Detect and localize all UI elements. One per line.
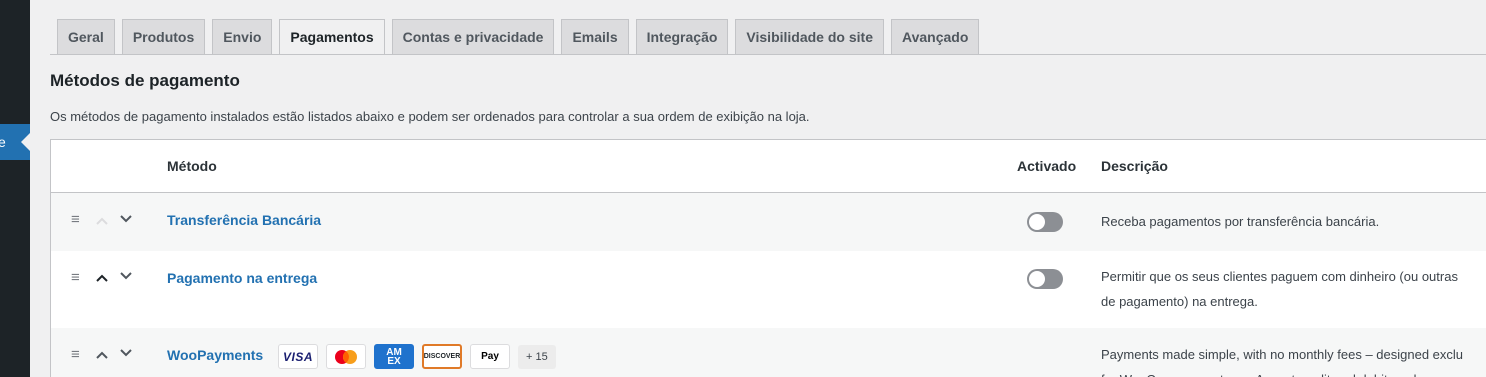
discover-label: DISCOVER [423,353,461,360]
method-link-woopayments[interactable]: WooPayments [167,347,263,363]
toggle-knob [1029,271,1045,287]
amex-icon: AM EX [374,344,414,369]
mastercard-icon [326,344,366,369]
apple-pay-icon: Pay [470,344,510,369]
method-description-line-1: Payments made simple, with no monthly fe… [1101,347,1464,362]
tab-integracao[interactable]: Integração [635,19,729,54]
sidebar-current-label: e [0,134,6,150]
apple-pay-label: Pay [481,351,499,362]
drag-handle-icon[interactable]: ≡ [71,212,85,227]
enable-toggle[interactable] [1027,212,1063,232]
enable-toggle[interactable] [1027,269,1063,289]
method-description: Receba pagamentos por transferência banc… [1101,214,1380,229]
sidebar-current-arrow [21,133,30,151]
move-up-icon [94,213,110,229]
tab-visibilidade-do-site[interactable]: Visibilidade do site [735,19,884,54]
method-description-line-1: Permitir que os seus clientes paguem com… [1101,269,1458,284]
table-row: ≡ Transferência Bancária Receba pagament… [51,193,1486,251]
toggle-knob [1029,214,1045,230]
tab-produtos[interactable]: Produtos [121,19,206,54]
method-link-transferencia-bancaria[interactable]: Transferência Bancária [167,212,321,228]
column-header-enabled: Activado [1017,158,1077,174]
tab-avancado[interactable]: Avançado [890,19,980,54]
payment-methods-table: Método Activado Descrição ≡ Transferênci… [50,139,1486,377]
payment-method-icons: VISA AM EX DISCOVER Pay + 15 [278,344,556,369]
method-description-line-2: for WooCommerce stores. Accept credit an… [1101,367,1423,377]
move-down-icon[interactable] [118,268,134,284]
move-up-icon[interactable] [94,270,110,286]
tab-envio[interactable]: Envio [212,19,273,54]
discover-icon: DISCOVER [422,344,462,369]
tab-emails[interactable]: Emails [561,19,629,54]
method-description-line-2: de pagamento) na entrega. [1101,294,1258,309]
move-up-icon[interactable] [94,347,110,363]
drag-handle-icon[interactable]: ≡ [71,270,85,285]
method-link-pagamento-na-entrega[interactable]: Pagamento na entrega [167,270,317,286]
table-row: ≡ WooPayments VISA AM EX DISCOVER Pay + … [51,328,1486,377]
more-methods-badge[interactable]: + 15 [518,344,556,369]
amex-label-line-2: EX [387,355,401,367]
table-header: Método Activado Descrição [51,140,1486,193]
section-description: Os métodos de pagamento instalados estão… [50,109,810,124]
section-title: Métodos de pagamento [50,71,240,90]
move-down-icon[interactable] [118,211,134,227]
visa-label: VISA [282,349,313,364]
drag-handle-icon[interactable]: ≡ [71,347,85,362]
move-down-icon[interactable] [118,345,134,361]
tabs-divider [50,54,1486,55]
settings-tabs: Geral Produtos Envio Pagamentos Contas e… [57,19,980,55]
column-header-method: Método [167,158,217,174]
tab-pagamentos[interactable]: Pagamentos [279,19,385,55]
admin-sidebar: e [0,0,30,377]
column-header-description: Descrição [1101,158,1168,174]
table-row: ≡ Pagamento na entrega Permitir que os s… [51,251,1486,328]
amex-label: AM EX [386,347,402,367]
visa-icon: VISA [278,344,318,369]
apple-pay-text: Pay [481,351,499,362]
mastercard-logo [335,349,357,364]
tab-contas-e-privacidade[interactable]: Contas e privacidade [391,19,555,54]
tab-geral[interactable]: Geral [57,19,115,54]
